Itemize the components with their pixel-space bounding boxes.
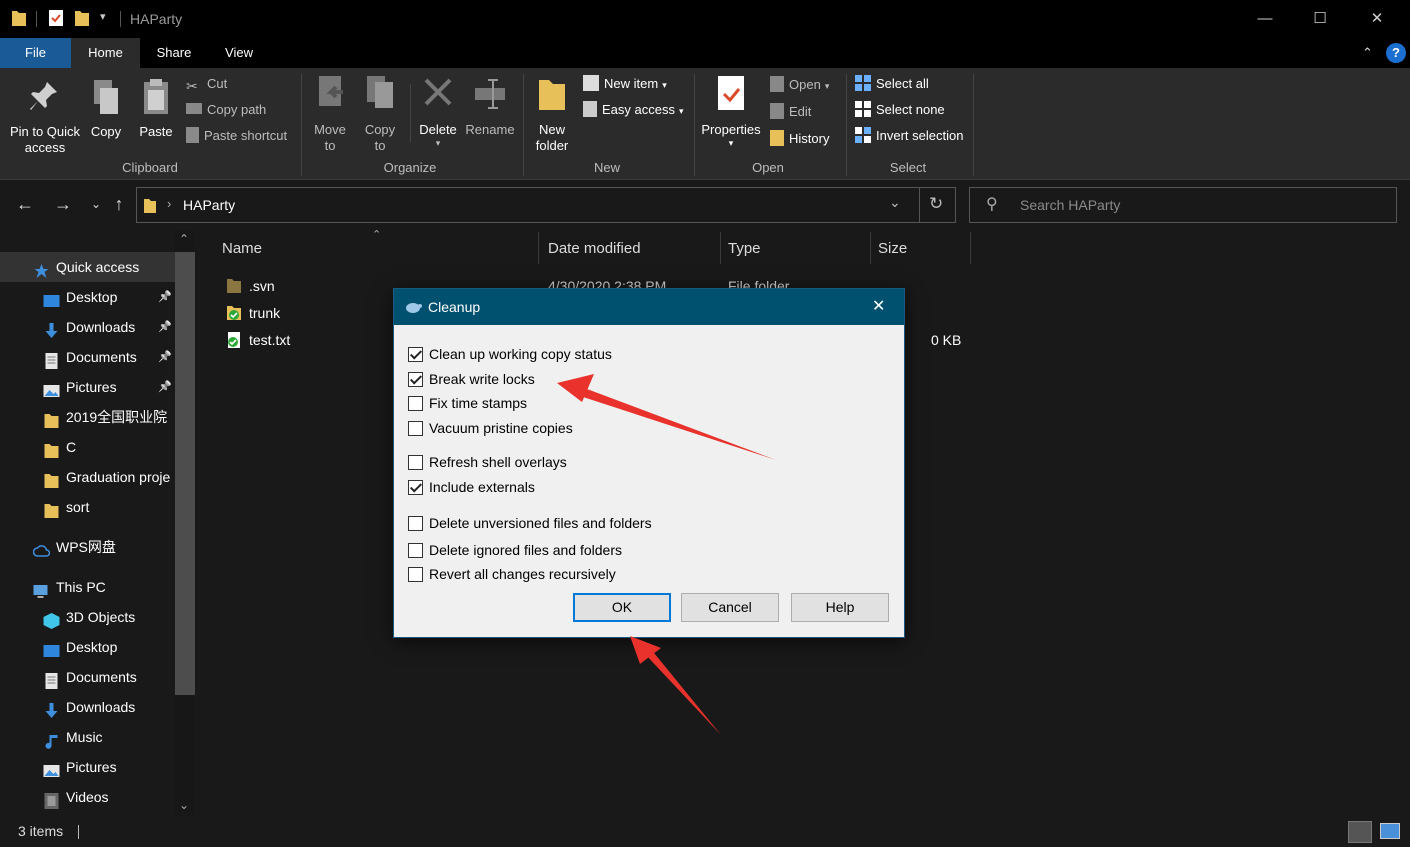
arrow-to-ok-button <box>630 636 721 735</box>
arrow-to-break-write-locks <box>557 374 776 460</box>
annotation-arrows <box>557 374 776 735</box>
